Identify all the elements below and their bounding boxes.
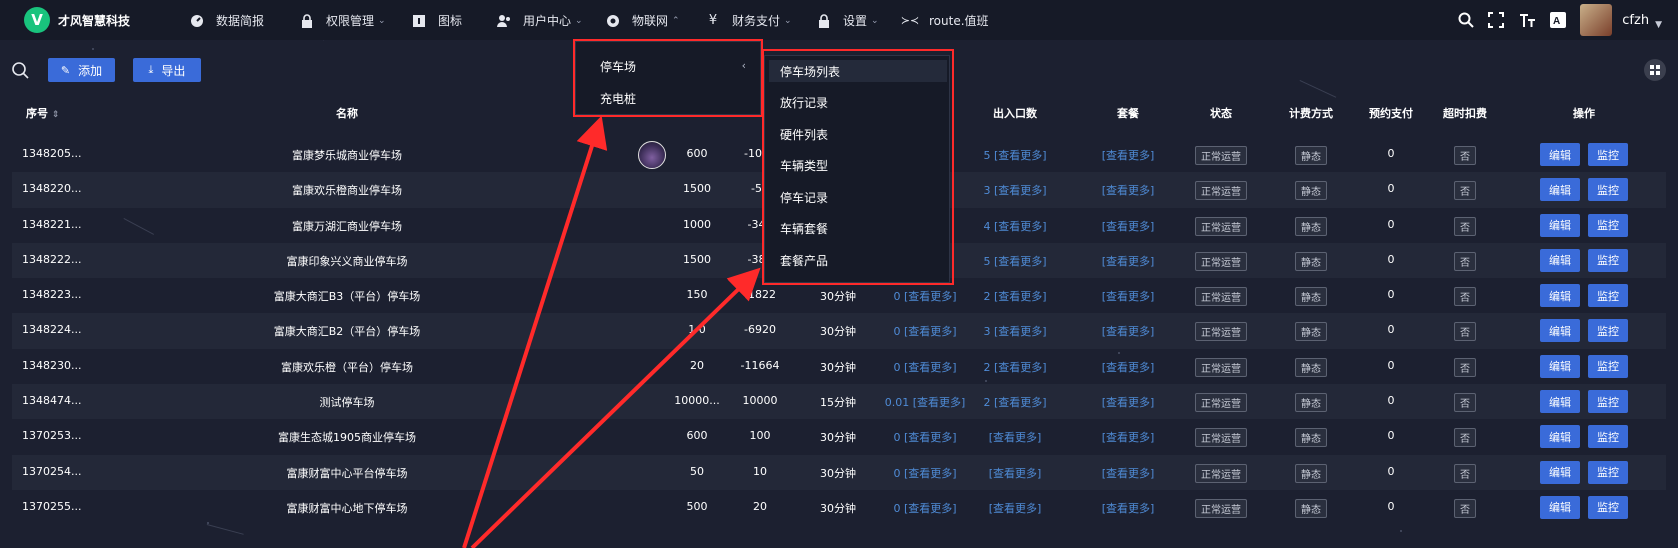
arrow-to-level1 xyxy=(462,115,608,548)
annotation-arrows xyxy=(462,115,761,548)
arrow-to-level2 xyxy=(470,267,761,548)
